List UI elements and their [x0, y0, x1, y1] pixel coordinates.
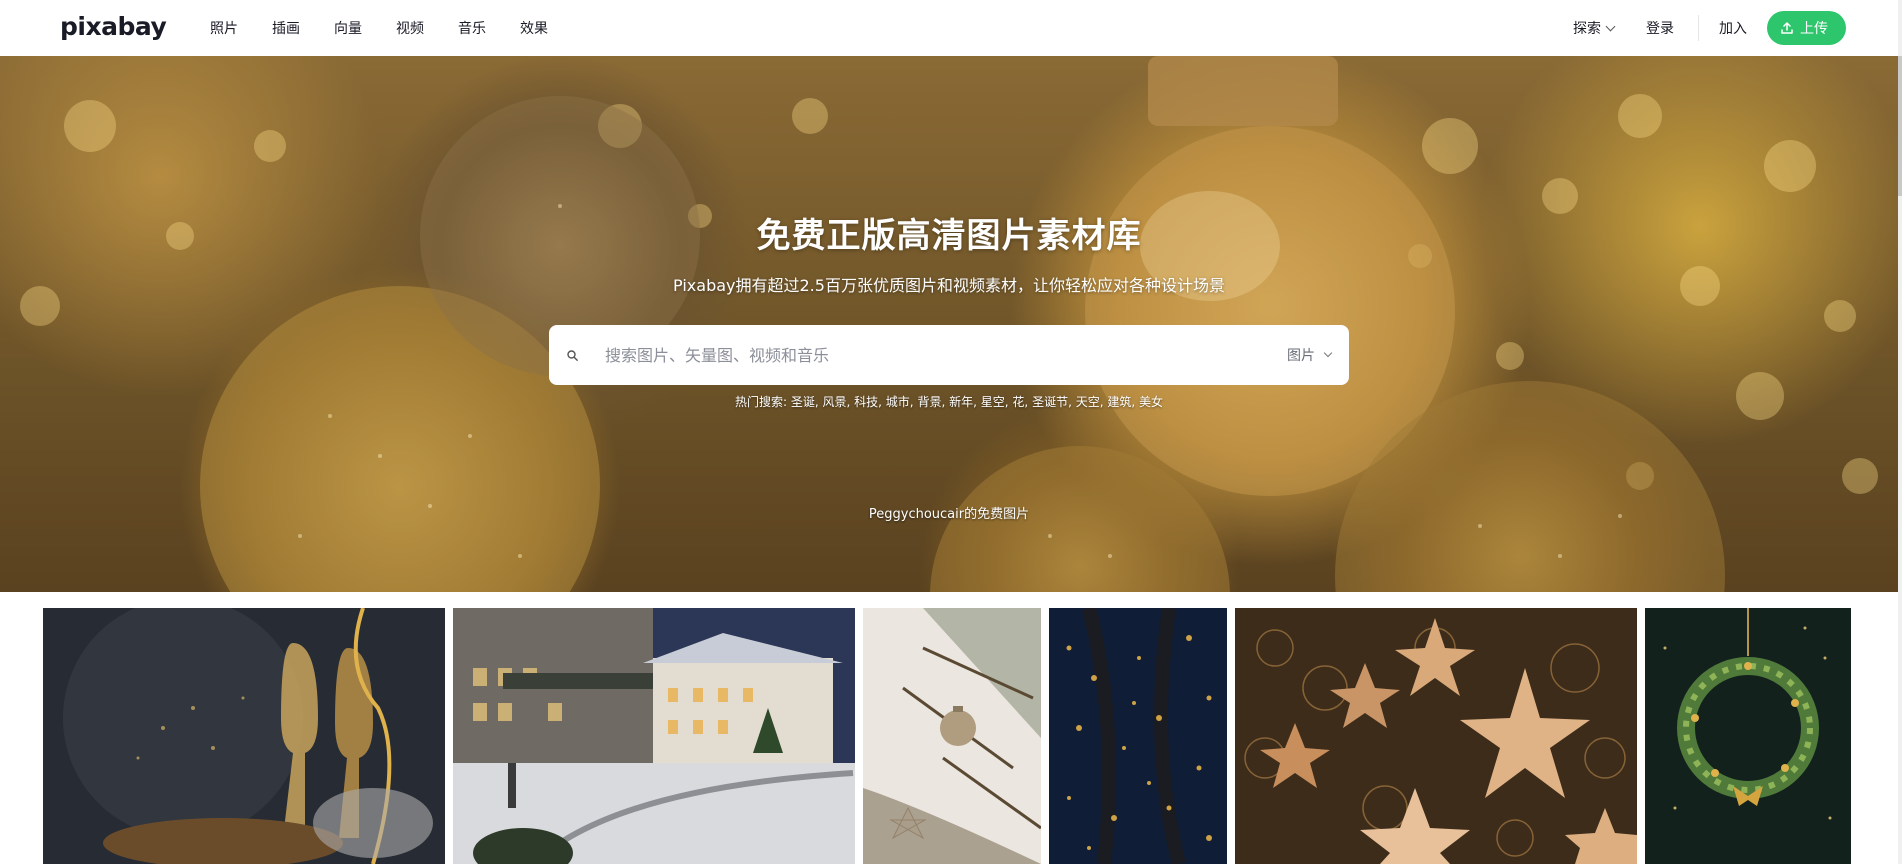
hot-term[interactable]: 新年	[949, 395, 973, 409]
hot-term[interactable]: 建筑	[1107, 395, 1131, 409]
header-divider	[1698, 15, 1699, 41]
nav-music[interactable]: 音乐	[458, 18, 486, 38]
nav-videos[interactable]: 视频	[396, 18, 424, 38]
search-bar: 图片	[549, 325, 1349, 385]
search-icon	[567, 349, 587, 361]
hero-banner: 免费正版高清图片素材库 Pixabay拥有超过2.5百万张优质图片和视频素材，让…	[0, 56, 1898, 592]
nav-vectors[interactable]: 向量	[334, 18, 362, 38]
top-header: pixabay 照片 插画 向量 视频 音乐 效果 探索 登录 加入 上传	[0, 0, 1902, 56]
upload-label: 上传	[1800, 21, 1828, 37]
nav-effects[interactable]: 效果	[520, 18, 548, 38]
chevron-down-icon	[1323, 348, 1333, 358]
hot-term[interactable]: 城市	[886, 395, 910, 409]
explore-label: 探索	[1573, 21, 1601, 37]
login-link[interactable]: 登录	[1646, 18, 1674, 38]
nav-illustrations[interactable]: 插画	[272, 18, 300, 38]
join-link[interactable]: 加入	[1719, 18, 1747, 38]
chevron-down-icon	[1605, 21, 1616, 31]
hero-title: 免费正版高清图片素材库	[756, 216, 1142, 256]
pixabay-logo[interactable]: pixabay	[60, 12, 167, 41]
gallery-image-christmas-wreath[interactable]	[1645, 608, 1851, 864]
hero-subtitle: Pixabay拥有超过2.5百万张优质图片和视频素材，让你轻松应对各种设计场景	[673, 276, 1225, 295]
hot-term[interactable]: 背景	[917, 395, 941, 409]
hot-term[interactable]: 花	[1012, 395, 1024, 409]
upload-icon	[1781, 22, 1793, 34]
search-type-dropdown[interactable]: 图片	[1287, 345, 1333, 365]
hot-term[interactable]: 风景	[822, 395, 846, 409]
upload-button[interactable]: 上传	[1767, 11, 1846, 45]
search-input[interactable]	[587, 325, 1287, 385]
hot-term[interactable]: 圣诞节	[1032, 395, 1068, 409]
nav-photos[interactable]: 照片	[210, 18, 238, 38]
hot-term[interactable]: 星空	[981, 395, 1005, 409]
gallery-image-bokeh-lights[interactable]	[1049, 608, 1227, 864]
gallery-image-golden-stars[interactable]	[1235, 608, 1637, 864]
hot-term[interactable]: 天空	[1076, 395, 1100, 409]
explore-menu[interactable]: 探索	[1573, 18, 1616, 38]
hot-term[interactable]: 圣诞	[791, 395, 815, 409]
page-scrollbar[interactable]	[1898, 0, 1902, 864]
header-actions: 探索 登录 加入 上传	[1573, 0, 1902, 56]
hero-image-credit[interactable]: Peggychoucair的免费图片	[0, 503, 1898, 522]
gallery-image-christmas-ornament[interactable]	[863, 608, 1041, 864]
hot-term[interactable]: 科技	[854, 395, 878, 409]
search-type-label: 图片	[1287, 348, 1315, 364]
gallery-image-champagne[interactable]	[43, 608, 445, 864]
hot-searches-label: 热门搜索:	[734, 395, 787, 409]
gallery-image-snowy-hotel[interactable]	[453, 608, 855, 864]
main-nav: 照片 插画 向量 视频 音乐 效果	[210, 0, 582, 56]
scrollbar-thumb[interactable]	[1898, 56, 1902, 196]
hot-searches: 热门搜索: 圣诞, 风景, 科技, 城市, 背景, 新年, 星空, 花, 圣诞节…	[734, 395, 1164, 409]
hot-term[interactable]: 美女	[1139, 395, 1163, 409]
